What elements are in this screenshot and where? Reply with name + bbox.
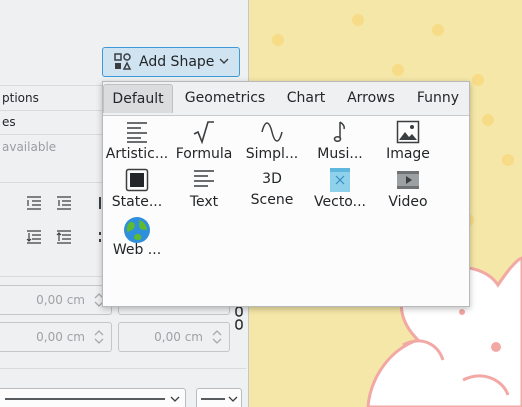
shape-label: Vecto... (314, 194, 366, 210)
shape-music[interactable]: Musi... (307, 120, 373, 168)
spacing-decrease-icon[interactable] (56, 229, 72, 245)
divider (0, 368, 246, 369)
tab-geometrics[interactable]: Geometrics (177, 84, 273, 113)
width-value: 0,00 cm (36, 330, 85, 344)
height-spinbox[interactable]: 0,00 cm (118, 322, 230, 352)
indent-decrease-icon[interactable] (56, 195, 72, 211)
shape-label: Simpl... (245, 146, 299, 162)
simple-function-icon (260, 120, 284, 144)
tab-funny[interactable]: Funny (409, 84, 467, 113)
shape-web[interactable]: Web ... (104, 216, 170, 264)
stroke-style-combo[interactable] (0, 388, 186, 407)
image-icon (396, 120, 420, 144)
vector-icon (328, 168, 352, 192)
shape-3d-scene[interactable]: 3D Scene (239, 164, 305, 212)
shape-image[interactable]: Image (375, 120, 441, 168)
offset-x-value: 0,00 cm (36, 293, 85, 307)
video-icon (396, 168, 420, 192)
spacing-increase-icon[interactable] (26, 229, 42, 245)
text-icon (192, 168, 216, 192)
shape-category-tabs: Default Geometrics Chart Arrows Funny (103, 82, 469, 116)
shapes-icon (113, 52, 133, 72)
shape-label: Web ... (112, 242, 162, 258)
shape-text[interactable]: Text (171, 168, 237, 216)
shape-simple-function[interactable]: Simpl... (239, 120, 305, 168)
add-shape-label: Add Shape (139, 54, 215, 70)
artistic-text-icon (125, 120, 149, 144)
shape-vector[interactable]: Vecto... (307, 168, 373, 216)
shape-video[interactable]: Video (375, 168, 441, 216)
shape-label: Video (388, 194, 428, 210)
globe-icon (124, 216, 150, 243)
shape-artistic-text[interactable]: Artistic... (104, 120, 170, 168)
shape-label: Scene (250, 192, 294, 208)
line-end-combo[interactable] (196, 388, 242, 407)
offset-x-spinbox[interactable]: 0,00 cm (0, 285, 112, 315)
tab-arrows[interactable]: Arrows (339, 84, 403, 113)
shape-label: 3D (262, 171, 282, 187)
tab-chart[interactable]: Chart (279, 84, 333, 113)
width-spinbox[interactable]: 0,00 cm (0, 322, 112, 352)
line-end-preview (201, 396, 238, 402)
height-value: 0,00 cm (154, 330, 203, 344)
music-note-icon (328, 120, 352, 144)
indent-increase-icon[interactable] (26, 195, 42, 211)
state-icon (125, 168, 149, 192)
shape-state[interactable]: State... (104, 168, 170, 216)
chain-link-icon[interactable] (234, 305, 244, 331)
tab-default[interactable]: Default (103, 84, 173, 113)
add-shape-button[interactable]: Add Shape (102, 47, 240, 77)
formula-icon (192, 120, 216, 145)
shape-label: Text (189, 194, 219, 210)
shape-label: Formula (175, 146, 233, 162)
spin-arrows-icon[interactable] (93, 328, 105, 346)
shape-label: State... (111, 194, 163, 210)
shape-label: Musi... (317, 146, 363, 162)
spin-arrows-icon[interactable] (211, 328, 223, 346)
line-style-preview (5, 396, 180, 402)
shape-label: Image (386, 146, 430, 162)
shape-label: Artistic... (105, 146, 169, 162)
shape-formula[interactable]: Formula (171, 120, 237, 168)
add-shape-popup: Default Geometrics Chart Arrows Funny Ar… (102, 81, 470, 307)
chevron-down-icon (217, 54, 231, 72)
